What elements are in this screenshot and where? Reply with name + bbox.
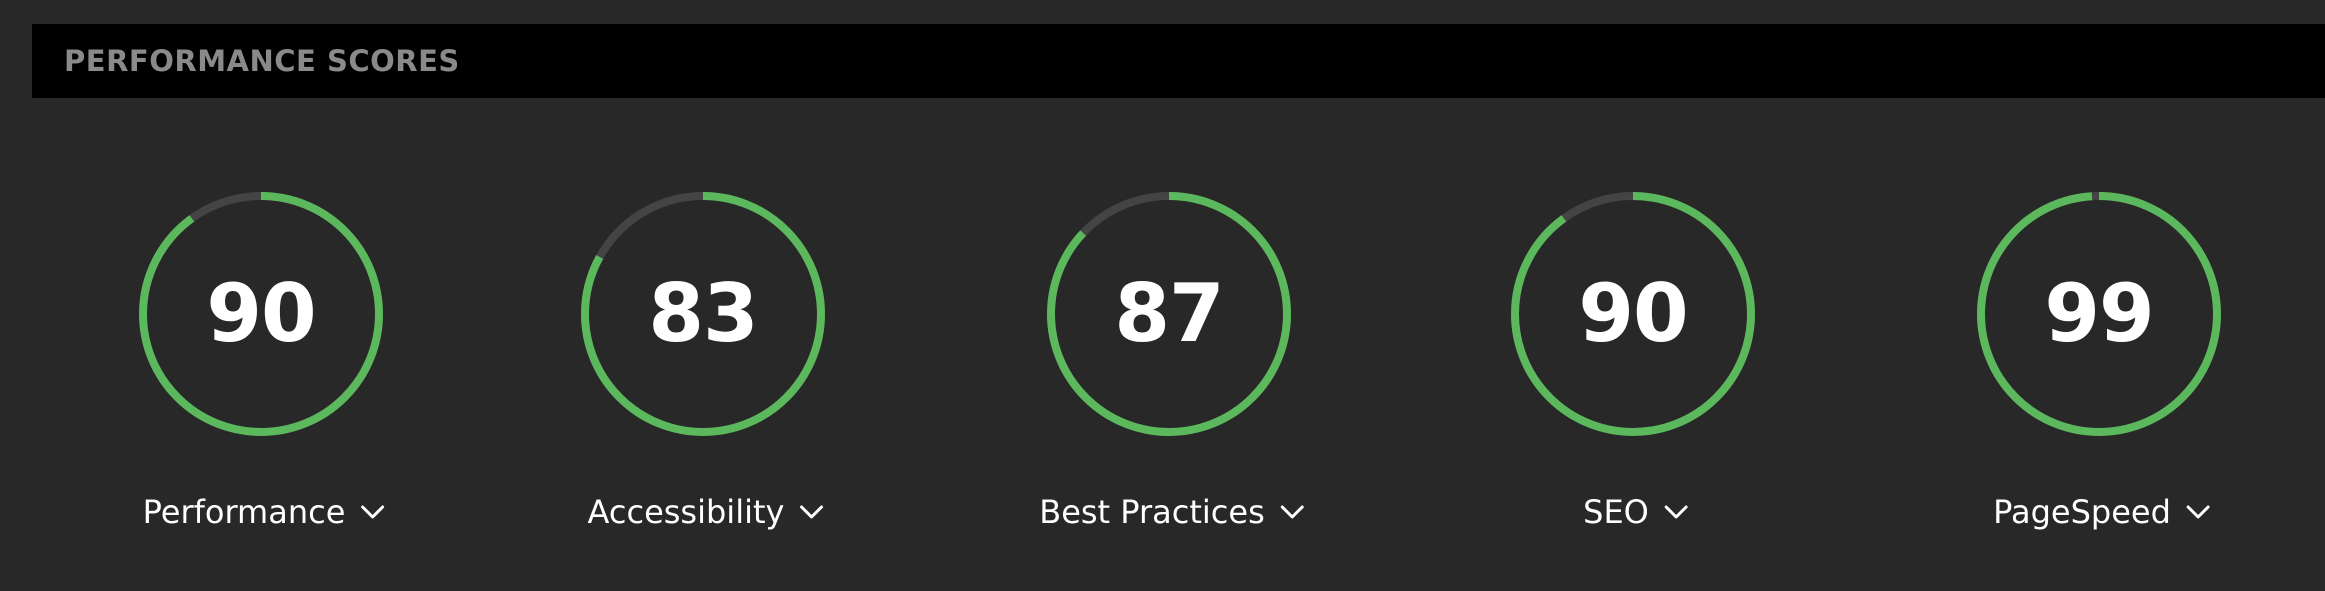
- score-value: 83: [648, 267, 758, 360]
- chevron-down-icon[interactable]: [1279, 504, 1305, 520]
- score-label: Best Practices: [1039, 493, 1265, 531]
- score-toggle-accessibility[interactable]: Accessibility: [588, 490, 825, 534]
- score-gauge-best-practices: 87: [1039, 184, 1299, 444]
- score-toggle-performance[interactable]: Performance: [143, 490, 386, 534]
- score-toggle-pagespeed[interactable]: PageSpeed: [1993, 490, 2211, 534]
- chevron-down-icon[interactable]: [359, 504, 385, 520]
- score-gauge-accessibility: 83: [573, 184, 833, 444]
- score-label: Accessibility: [587, 493, 785, 531]
- score-label: Performance: [142, 493, 346, 531]
- score-gauge-pagespeed: 99: [1969, 184, 2229, 444]
- score-value: 87: [1114, 267, 1224, 360]
- score-value: 90: [206, 267, 316, 360]
- section-title: PERFORMANCE SCORES: [64, 44, 460, 78]
- score-toggle-seo[interactable]: SEO: [1583, 490, 1689, 534]
- score-value: 99: [2044, 267, 2154, 360]
- chevron-down-icon[interactable]: [1663, 504, 1689, 520]
- score-label: PageSpeed: [1993, 493, 2171, 531]
- section-header: PERFORMANCE SCORES: [32, 24, 2325, 98]
- score-gauge-performance: 90: [131, 184, 391, 444]
- score-gauge-seo: 90: [1503, 184, 1763, 444]
- score-label: SEO: [1583, 493, 1649, 531]
- score-value: 90: [1578, 267, 1688, 360]
- chevron-down-icon[interactable]: [2185, 504, 2211, 520]
- score-toggle-best-practices[interactable]: Best Practices: [1039, 490, 1305, 534]
- chevron-down-icon[interactable]: [798, 504, 824, 520]
